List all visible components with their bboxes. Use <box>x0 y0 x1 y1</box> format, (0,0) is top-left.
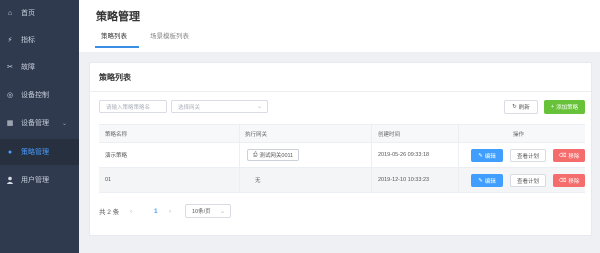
sidebar-item-label: 设备控制 <box>21 92 49 99</box>
sidebar-item-users[interactable]: 用户管理 <box>0 167 79 193</box>
bolt-icon: ⚡ <box>7 37 13 44</box>
cell-created-time: 2019-05-26 09:33:18 <box>378 152 430 158</box>
edit-label: 编辑 <box>484 153 496 160</box>
page-number[interactable]: 1 <box>154 208 158 215</box>
cell-created-time: 2019-12-10 10:33:23 <box>378 177 430 183</box>
edit-icon: ✎ <box>478 152 483 159</box>
delete-button[interactable]: ⌫ 移除 <box>553 149 585 162</box>
sidebar-item-device-management[interactable]: ▦ 设备管理 ⌄ <box>0 110 79 136</box>
edit-label: 编辑 <box>484 178 496 185</box>
edit-button[interactable]: ✎ 编辑 <box>471 149 503 162</box>
delete-label: 移除 <box>568 178 580 185</box>
column-header-actions: 操作 <box>513 131 525 138</box>
table-row: 演示策略 ⎙ 测试网关0011 2019-05-26 09:33:18 ✎ 编辑… <box>99 143 585 168</box>
gateway-select[interactable]: 选择网关 ⌄ <box>171 100 268 113</box>
refresh-icon: ↻ <box>512 104 517 110</box>
delete-button[interactable]: ⌫ 移除 <box>553 174 585 187</box>
sidebar-item-label: 故障 <box>21 64 35 71</box>
tools-icon: ✂ <box>7 64 13 71</box>
column-divider <box>239 168 240 192</box>
page-size-select[interactable]: 10条/页 ⌄ <box>185 204 231 218</box>
column-divider <box>458 168 459 192</box>
sidebar: ⌂ 首页 ⚡ 指标 ✂ 故障 ◎ 设备控制 ▦ 设备管理 ⌄ ● 策略管理 用户… <box>0 0 79 253</box>
table-header-row: 策略名称 执行网关 创建时间 操作 <box>99 124 585 143</box>
chevron-down-icon: ⌄ <box>256 104 262 110</box>
column-divider <box>239 125 240 142</box>
view-plan-button[interactable]: 查看计划 <box>510 149 546 162</box>
pagination: 共 2 条 ‹ 1 › 10条/页 ⌄ <box>99 204 299 218</box>
view-plan-button[interactable]: 查看计划 <box>510 174 546 187</box>
gateway-select-placeholder: 选择网关 <box>178 104 201 111</box>
delete-label: 移除 <box>568 153 580 160</box>
sidebar-item-home[interactable]: ⌂ 首页 <box>0 0 79 26</box>
view-plan-label: 查看计划 <box>516 153 539 160</box>
tab-scene-template-list[interactable]: 场景模板列表 <box>150 30 189 40</box>
pagination-total: 共 2 条 <box>99 209 120 216</box>
trash-icon: ⌫ <box>558 152 567 159</box>
gateway-tag-button[interactable]: ⎙ 测试网关0011 <box>247 149 300 161</box>
edit-icon: ✎ <box>478 177 483 184</box>
page-title: 策略管理 <box>96 11 140 23</box>
tab-strategy-list[interactable]: 策略列表 <box>101 30 127 40</box>
sidebar-item-label: 策略管理 <box>21 149 49 156</box>
sidebar-item-strategy[interactable]: ● 策略管理 <box>0 139 79 165</box>
dot-icon: ● <box>7 148 13 156</box>
table-row: 01 无 2019-12-10 10:33:23 ✎ 编辑 查看计划 ⌫ 移除 <box>99 168 585 193</box>
column-header-created: 创建时间 <box>378 131 401 138</box>
next-page-icon[interactable]: › <box>169 208 171 215</box>
refresh-label: 刷新 <box>518 105 530 111</box>
sidebar-item-label: 指标 <box>21 37 35 44</box>
sidebar-item-device-control[interactable]: ◎ 设备控制 <box>0 82 79 108</box>
view-plan-label: 查看计划 <box>516 178 539 185</box>
add-strategy-button[interactable]: + 添加策略 <box>544 100 585 114</box>
control-icon: ◎ <box>6 92 14 99</box>
column-divider <box>239 143 240 167</box>
strategy-name-placeholder: 请输入策略策略名 <box>106 104 151 111</box>
column-divider <box>371 168 372 192</box>
grid-icon: ▦ <box>6 120 14 127</box>
strategy-list-card: 策略列表 请输入策略策略名 选择网关 ⌄ ↻ 刷新 + 添加策略 策略名称 执行… <box>89 62 592 236</box>
sidebar-item-metrics[interactable]: ⚡ 指标 <box>0 27 79 53</box>
sidebar-item-label: 首页 <box>21 10 35 17</box>
column-header-name: 策略名称 <box>105 131 128 138</box>
home-icon: ⌂ <box>7 9 13 17</box>
chevron-down-icon: ⌄ <box>62 120 68 127</box>
sidebar-item-label: 设备管理 <box>21 120 49 127</box>
gateway-icon: ⎙ <box>253 151 258 158</box>
plus-icon: + <box>550 104 555 110</box>
refresh-button[interactable]: ↻ 刷新 <box>504 100 538 114</box>
cell-strategy-name: 01 <box>105 177 112 183</box>
card-title: 策略列表 <box>99 73 131 82</box>
divider <box>90 91 591 92</box>
sidebar-item-label: 用户管理 <box>21 177 49 184</box>
column-divider <box>458 143 459 167</box>
column-header-gateway: 执行网关 <box>245 131 268 138</box>
column-divider <box>458 125 459 142</box>
trash-icon: ⌫ <box>558 177 567 184</box>
user-icon <box>6 176 14 184</box>
add-strategy-label: 添加策略 <box>556 105 579 111</box>
sidebar-item-faults[interactable]: ✂ 故障 <box>0 54 79 80</box>
cell-gateway: 无 <box>255 178 261 184</box>
user-icon-svg <box>6 176 14 184</box>
strategy-name-search-input[interactable]: 请输入策略策略名 <box>99 100 167 113</box>
chevron-down-icon: ⌄ <box>219 208 225 215</box>
cell-gateway: ⎙ 测试网关0011 <box>247 143 300 167</box>
page-size-value: 10条/页 <box>192 209 211 215</box>
active-tab-indicator <box>95 46 139 48</box>
edit-button[interactable]: ✎ 编辑 <box>471 174 503 187</box>
column-divider <box>371 125 372 142</box>
column-divider <box>371 143 372 167</box>
prev-page-icon[interactable]: ‹ <box>130 208 132 215</box>
page-header: 策略管理 策略列表 场景模板列表 <box>79 0 600 52</box>
gateway-tag-label: 测试网关0011 <box>259 153 294 159</box>
cell-strategy-name: 演示策略 <box>105 153 128 159</box>
